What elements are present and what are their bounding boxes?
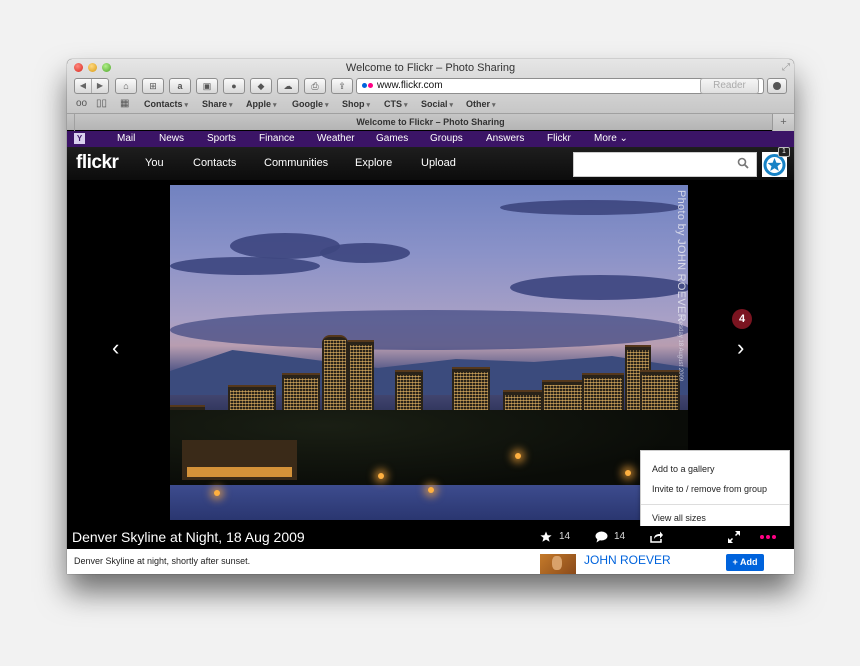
main-photo[interactable]: Photo by JOHN ROEVER Tuesday 18 August 2… — [170, 185, 688, 520]
yahoo-nav-groups[interactable]: Groups — [430, 133, 463, 144]
notification-count[interactable]: 1 — [778, 147, 790, 157]
tab-bar: Welcome to Flickr – Photo Sharing + — [67, 113, 794, 131]
yahoo-nav-news[interactable]: News — [159, 133, 184, 144]
yahoo-nav-answers[interactable]: Answers — [486, 133, 524, 144]
photo-info-bar: Denver Skyline at Night, 18 Aug 2009 14 … — [67, 526, 794, 549]
yahoo-nav-more[interactable]: More ⌄ — [594, 133, 628, 144]
yahoo-nav-mail[interactable]: Mail — [117, 133, 135, 144]
bookmarks-bar: oo ▯▯ ▦ Contacts ▾ Share ▾ Apple ▾ Google ▾ … — [67, 98, 794, 112]
reader-button[interactable]: Reader — [700, 78, 759, 94]
flickr-nav-upload[interactable]: Upload — [421, 157, 456, 169]
menu-divider — [641, 504, 789, 505]
browser-window: Welcome to Flickr – Photo Sharing ⤢ ◀ ▶ … — [67, 59, 794, 574]
bookmark-folder-share[interactable]: Share ▾ — [202, 99, 233, 109]
flickr-nav-bar: flickr You Contacts Communities Explore … — [67, 147, 794, 180]
bookmark-folder-shop[interactable]: Shop ▾ — [342, 99, 370, 109]
bookmark-folder-google[interactable]: Google ▾ — [292, 99, 329, 109]
flickr-nav-communities[interactable]: Communities — [264, 157, 328, 169]
next-photo-arrow[interactable]: › — [737, 335, 744, 361]
bookmark-folder-cts[interactable]: CTS ▾ — [384, 99, 408, 109]
share-icon[interactable]: ⇪ — [331, 78, 353, 94]
window-title: Welcome to Flickr – Photo Sharing — [345, 62, 516, 74]
print-icon[interactable]: ⎙ — [304, 78, 326, 94]
yahoo-logo-icon[interactable]: Y — [74, 133, 85, 144]
bookmark-folder-social[interactable]: Social ▾ — [421, 99, 453, 109]
site-favicon — [362, 83, 374, 89]
bookmarks-icon[interactable]: ▯▯ — [96, 98, 107, 109]
title-bar: Welcome to Flickr – Photo Sharing ⤢ — [67, 59, 794, 77]
top-sites-icon[interactable]: ▦ — [120, 98, 129, 109]
favorite-star-icon[interactable] — [540, 531, 552, 543]
amazon-icon[interactable]: a — [169, 78, 191, 94]
new-tab-button[interactable]: + — [772, 114, 794, 131]
owner-avatar[interactable] — [540, 554, 576, 574]
back-icon[interactable]: ◀ — [75, 79, 92, 93]
search-input[interactable] — [573, 152, 757, 177]
url-text: www.flickr.com — [377, 80, 443, 91]
comments-count: 14 — [614, 531, 626, 542]
bookmark-folder-apple[interactable]: Apple ▾ — [246, 99, 277, 109]
tab-active[interactable]: Welcome to Flickr – Photo Sharing — [67, 117, 794, 127]
add-bookmark-icon[interactable]: ⊞ — [142, 78, 164, 94]
yahoo-nav-weather[interactable]: Weather — [317, 133, 355, 144]
bookmark-folder-contacts[interactable]: Contacts ▾ — [144, 99, 188, 109]
yahoo-nav-games[interactable]: Games — [376, 133, 408, 144]
menu-item-view-all-sizes[interactable]: View all sizes — [652, 513, 706, 523]
photo-credit-watermark: Photo by JOHN ROEVER — [675, 190, 687, 322]
yahoo-nav-finance[interactable]: Finance — [259, 133, 295, 144]
reading-list-icon[interactable]: oo — [76, 98, 87, 109]
comment-bubble-icon[interactable] — [595, 531, 608, 543]
browser-chrome: Welcome to Flickr – Photo Sharing ⤢ ◀ ▶ … — [67, 59, 794, 131]
search-icon[interactable] — [737, 157, 749, 169]
bookmark-folder-other[interactable]: Other ▾ — [466, 99, 496, 109]
browser-toolbar: ◀ ▶ ⌂ ⊞ a ▣ ● ◆ ☁ ⎙ ⇪ www.flickr.com ↻ R… — [67, 78, 794, 98]
yahoo-nav-bar: Y Mail News Sports Finance Weather Games… — [67, 131, 794, 147]
yahoo-nav-sports[interactable]: Sports — [207, 133, 236, 144]
yahoo-nav-flickr[interactable]: Flickr — [547, 133, 571, 144]
flickr-logo[interactable]: flickr — [76, 152, 119, 174]
owner-name-link[interactable]: JOHN ROEVER — [584, 553, 671, 567]
photo-title: Denver Skyline at Night, 18 Aug 2009 — [72, 529, 305, 545]
flickr-nav-contacts[interactable]: Contacts — [193, 157, 236, 169]
share-icon[interactable] — [650, 531, 663, 543]
flickr-nav-explore[interactable]: Explore — [355, 157, 392, 169]
tomato-icon[interactable]: ● — [223, 78, 245, 94]
photo-description-bar: Denver Skyline at night, shortly after s… — [67, 549, 794, 574]
step-badge-next: 4 — [732, 309, 752, 329]
photo-stage: Photo by JOHN ROEVER Tuesday 18 August 2… — [67, 180, 794, 574]
evernote-icon[interactable]: ▣ — [196, 78, 218, 94]
more-actions-icon[interactable] — [760, 535, 776, 539]
expand-icon[interactable] — [728, 531, 740, 543]
fullscreen-icon[interactable]: ⤢ — [782, 62, 790, 73]
flickr-nav-you[interactable]: You — [145, 157, 164, 169]
forward-icon[interactable]: ▶ — [92, 79, 108, 93]
home-icon[interactable]: ⌂ — [115, 78, 137, 94]
previous-photo-arrow[interactable]: ‹ — [112, 335, 119, 361]
downloads-icon[interactable] — [767, 78, 787, 94]
photo-date-watermark: Tuesday 18 August 2009 — [677, 315, 683, 382]
menu-item-add-to-gallery[interactable]: Add to a gallery — [652, 464, 715, 474]
add-contact-button[interactable]: + Add — [726, 554, 764, 571]
back-forward-group: ◀ ▶ — [74, 78, 109, 94]
menu-item-invite-to-group[interactable]: Invite to / remove from group — [652, 484, 767, 494]
photo-description: Denver Skyline at night, shortly after s… — [74, 556, 251, 566]
cloud-icon[interactable]: ☁ — [277, 78, 299, 94]
favorites-count: 14 — [559, 531, 571, 542]
bookmarklet-icon[interactable]: ◆ — [250, 78, 272, 94]
